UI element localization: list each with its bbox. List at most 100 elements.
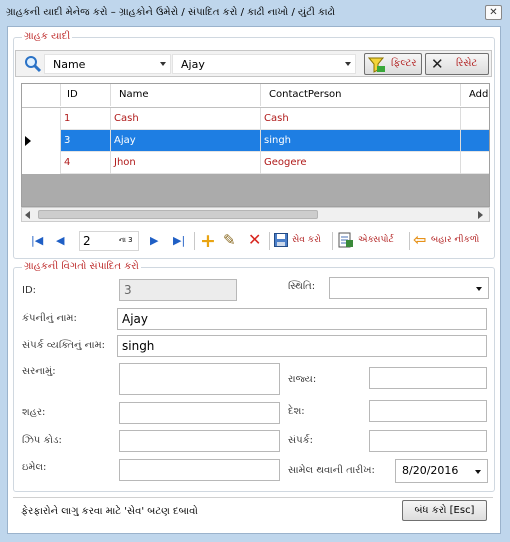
cell-contact[interactable]: Geogere [261, 152, 461, 174]
contact-person-field[interactable]: singh [117, 335, 487, 357]
add-icon[interactable]: + [200, 230, 216, 252]
country-label: દેશ: [288, 406, 305, 417]
exit-button[interactable]: ⇦ બહાર નીકળો [413, 230, 483, 251]
email-label: ઇમેલ: [22, 462, 47, 473]
save-label: સેવ કરો [292, 235, 322, 245]
save-icon [274, 233, 288, 247]
company-name-label: કંપનીનું નામ: [22, 313, 77, 324]
export-button[interactable]: એક્સપોર્ટ [337, 231, 407, 251]
exit-label: બહાર નીકળો [431, 235, 480, 245]
join-date-label: સામેલ થવાની તારીખ: [288, 465, 375, 476]
toolbar-separator [332, 232, 333, 250]
address-field[interactable] [119, 363, 280, 395]
last-record-icon[interactable]: ▶| [173, 235, 185, 247]
cell-id[interactable]: 4 [61, 152, 111, 174]
title-bar: ગ્રાહકની યાદી મેનેજ કરો – ગ્રાહકોને ઉમેર… [0, 0, 510, 26]
row-header[interactable] [22, 108, 61, 130]
status-label: સ્થિતિ: [288, 281, 316, 292]
table-row[interactable]: 1 Cash Cash [22, 108, 489, 130]
city-label: શહર: [22, 407, 46, 418]
company-name-field[interactable]: Ajay [117, 308, 487, 330]
close-window-button[interactable]: ✕ [485, 5, 502, 20]
window-title: ગ્રાહકની યાદી મેનેજ કરો – ગ્રાહકોને ઉમેર… [6, 7, 336, 18]
search-query-value: Ajay [181, 58, 205, 71]
arrow-left-icon: ⇦ [413, 230, 427, 249]
zip-code-field[interactable] [119, 430, 280, 452]
export-icon [338, 232, 353, 248]
row-header-corner [22, 84, 61, 106]
city-field[interactable] [119, 402, 280, 424]
country-field[interactable] [369, 400, 487, 422]
position-count: ના 3 [119, 236, 133, 244]
scroll-right-icon[interactable] [478, 211, 483, 219]
close-button[interactable]: બંધ કરો [Esc] [402, 500, 487, 521]
cell-name[interactable]: Ajay [111, 130, 261, 152]
next-record-icon[interactable]: ▶ [150, 235, 158, 247]
first-record-icon[interactable]: |◀ [31, 235, 43, 247]
cell-name[interactable]: Cash [111, 108, 261, 130]
scroll-thumb[interactable] [38, 210, 318, 219]
export-label: એક્સપોર્ટ [358, 235, 394, 245]
scroll-left-icon[interactable] [25, 211, 30, 219]
search-icon [25, 56, 42, 73]
column-header-id[interactable]: ID [61, 84, 111, 106]
status-select[interactable] [329, 277, 489, 299]
id-field: 3 [119, 279, 237, 301]
row-header[interactable] [22, 130, 61, 152]
filter-icon [368, 57, 385, 73]
customer-list-legend: ગ્રાહક યાદી [22, 31, 73, 42]
state-label: રાજ્ય: [288, 374, 317, 385]
join-date-picker[interactable]: 8/20/2016 [395, 459, 488, 483]
cell-contact[interactable]: Cash [261, 108, 461, 130]
cell-id[interactable]: 1 [61, 108, 111, 130]
address-label: સરનામું: [22, 366, 56, 377]
contact-person-label: સંપર્ક વ્યક્તિનું નામ: [22, 340, 106, 351]
phone-label: સંપર્ક: [288, 435, 314, 446]
status-bar: ફેરફારોને લાગુ કરવા માટે 'સેવ' બટણ દબાવો… [13, 497, 493, 524]
column-header-contact[interactable]: ContactPerson [261, 84, 461, 106]
table-row-selected[interactable]: 3 Ajay singh [22, 130, 489, 152]
zip-code-label: ઝિપ કોડ: [22, 435, 62, 446]
reset-label: રિસેટ [456, 58, 478, 69]
id-label: ID: [22, 285, 37, 296]
search-field-select[interactable]: Name [44, 54, 171, 74]
search-field-value: Name [53, 58, 86, 71]
grid-header: ID Name ContactPerson Addr [22, 84, 489, 108]
edit-details-legend: ગ્રાહકની વિગતો સંપાદિત કરો [22, 261, 141, 272]
search-bar: Name Ajay ફિલ્ટર ✕ રિસેટ [15, 50, 492, 77]
position-value: 2 [83, 234, 91, 248]
horizontal-scrollbar[interactable] [21, 207, 490, 222]
chevron-down-icon [160, 62, 166, 66]
join-date-value: 8/20/2016 [402, 464, 459, 477]
row-header[interactable] [22, 152, 61, 174]
cell-contact[interactable]: singh [261, 130, 461, 152]
column-header-name[interactable]: Name [111, 84, 261, 106]
close-icon: ✕ [431, 55, 444, 73]
save-button[interactable]: સેવ કરો [273, 231, 328, 251]
toolbar-separator [194, 232, 195, 250]
position-input[interactable]: 2 ના 3 [79, 231, 139, 251]
chevron-down-icon [476, 287, 482, 291]
chevron-down-icon [475, 470, 481, 474]
filter-label: ફિલ્ટર [391, 58, 417, 69]
edit-icon[interactable]: ✎ [223, 231, 236, 249]
chevron-down-icon [345, 62, 351, 66]
status-hint: ફેરફારોને લાગુ કરવા માટે 'સેવ' બટણ દબાવો [21, 506, 198, 517]
email-field[interactable] [119, 459, 280, 481]
delete-icon[interactable]: ✕ [248, 230, 261, 249]
previous-record-icon[interactable]: ◀ [56, 235, 64, 247]
filter-button[interactable]: ફિલ્ટર [364, 53, 422, 75]
reset-button[interactable]: ✕ રિસેટ [425, 53, 489, 75]
toolbar-separator [409, 232, 410, 250]
navigator-toolbar: |◀ ◀ 2 ના 3 ▶ ▶| + ✎ ✕ સેવ કરો એક્સપોર્ટ… [21, 229, 483, 253]
cell-name[interactable]: Jhon [111, 152, 261, 174]
cell-id[interactable]: 3 [61, 130, 111, 152]
state-field[interactable] [369, 367, 487, 389]
phone-field[interactable] [369, 430, 487, 452]
toolbar-separator [269, 232, 270, 250]
customer-grid[interactable]: ID Name ContactPerson Addr 1 Cash Cash 3… [21, 83, 490, 207]
column-header-address[interactable]: Addr [461, 84, 489, 106]
search-query-combo[interactable]: Ajay [172, 54, 356, 74]
table-row[interactable]: 4 Jhon Geogere [22, 152, 489, 174]
current-row-arrow-icon [25, 136, 31, 146]
